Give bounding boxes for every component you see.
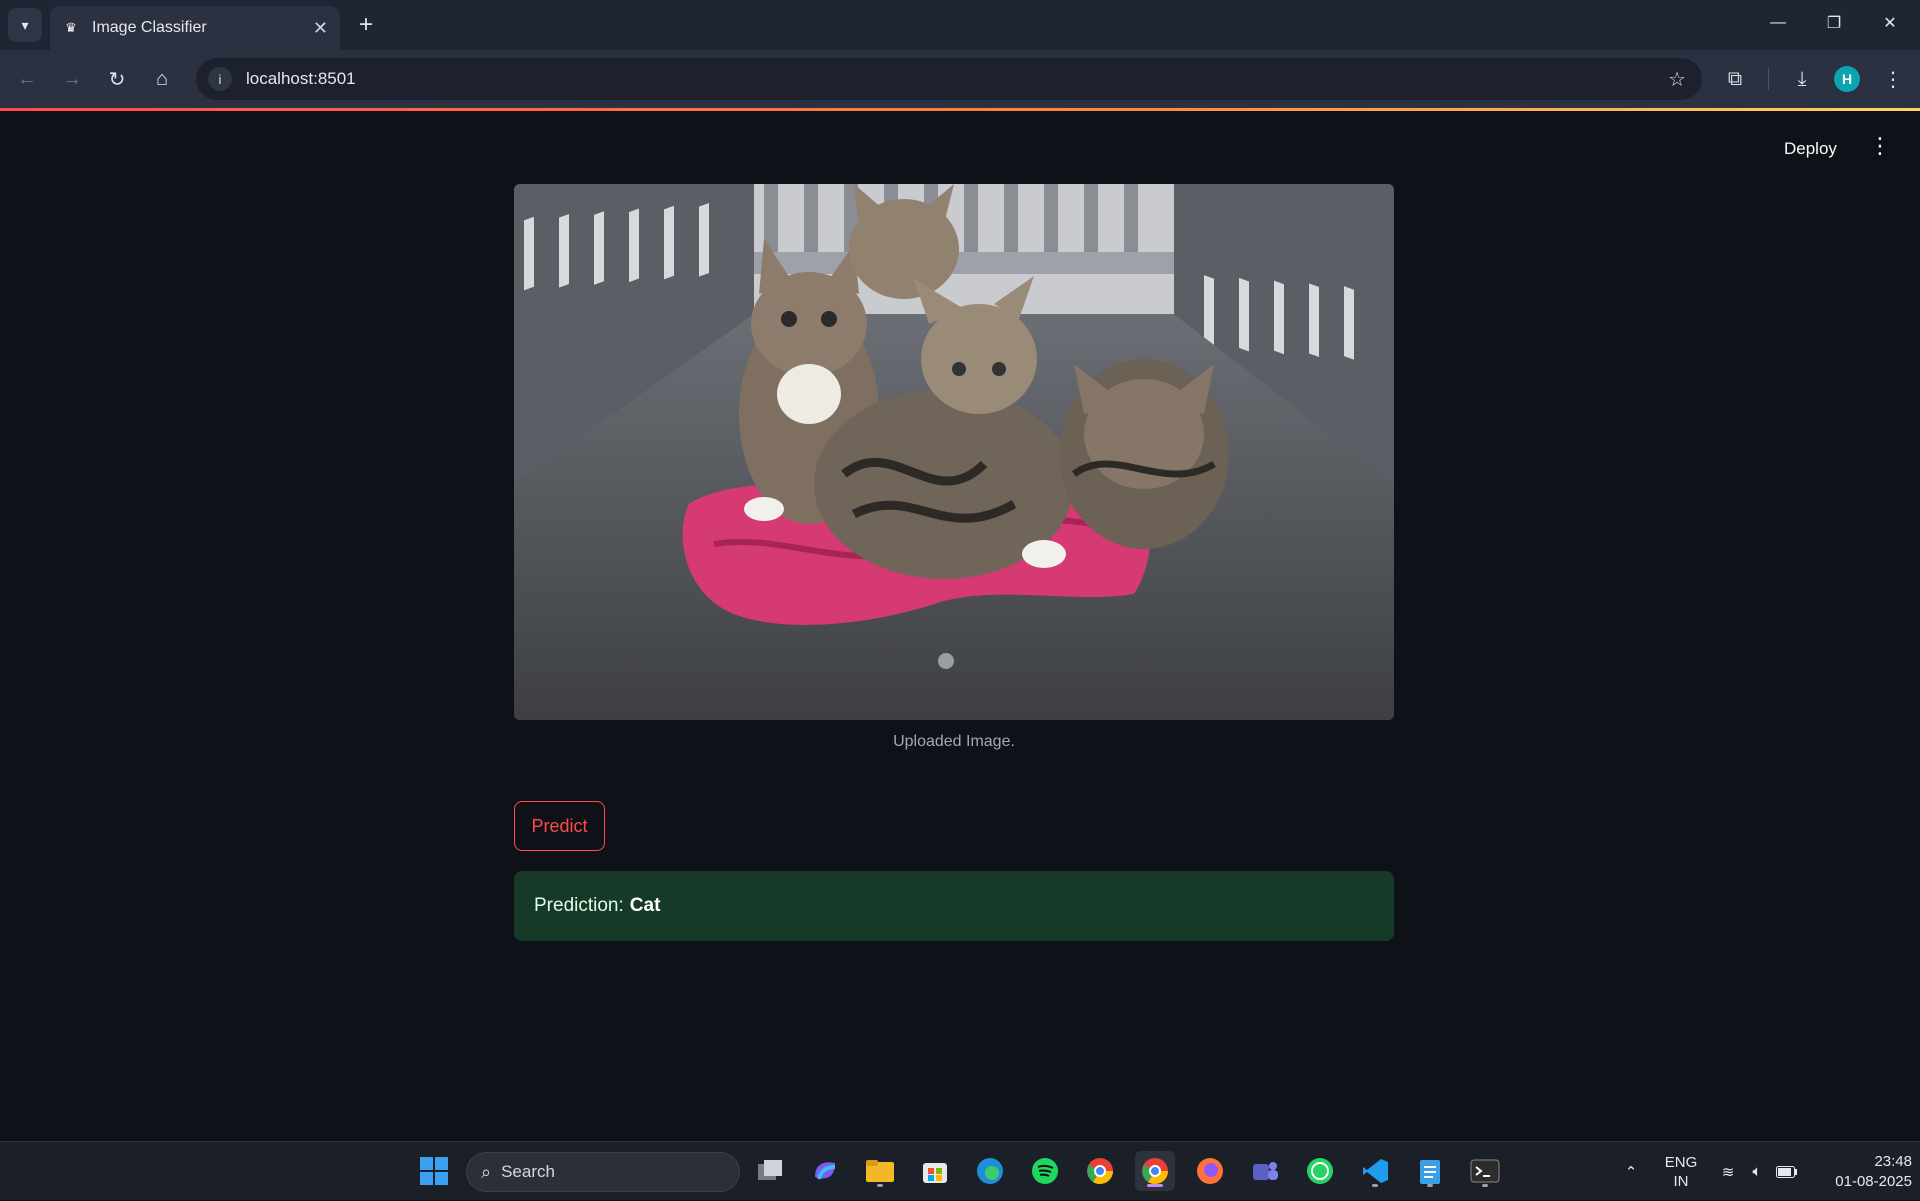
prediction-alert: Prediction: Cat: [514, 871, 1394, 941]
chevron-down-icon: ▾: [21, 16, 29, 33]
profile-avatar[interactable]: H: [1834, 66, 1860, 92]
taskbar-search-placeholder: Search: [501, 1162, 555, 1181]
clock-date: 01-08-2025: [1835, 1172, 1912, 1190]
back-button[interactable]: ←: [10, 62, 44, 96]
image-caption: Uploaded Image.: [893, 733, 1015, 750]
streamlit-crown-icon: ♛: [65, 20, 77, 35]
streamlit-app: Deploy ⋮ Uploaded Image. Predict Predict…: [0, 111, 1920, 1141]
minimize-button[interactable]: —: [1750, 0, 1806, 46]
clock-time: 23:48: [1874, 1152, 1912, 1170]
restore-button[interactable]: ❐: [1806, 0, 1862, 46]
prediction-label: Prediction:: [534, 895, 624, 916]
url-text: localhost:8501: [246, 69, 356, 88]
search-icon: ⌕: [481, 1161, 492, 1182]
clock[interactable]: 23:48 01-08-2025: [1812, 1142, 1912, 1201]
wifi-icon[interactable]: ≋: [1714, 1142, 1742, 1201]
windows-taskbar: ⌕ Search ⌃ ENG IN ≋ 🔈︎ 23:48 01-08-2025: [0, 1141, 1920, 1200]
vscode-icon[interactable]: [1355, 1151, 1395, 1191]
start-icon[interactable]: [414, 1151, 454, 1191]
prediction-value: Cat: [629, 895, 661, 916]
file-explorer-icon[interactable]: [860, 1151, 900, 1191]
reload-button[interactable]: ↻: [100, 62, 134, 96]
deploy-button[interactable]: Deploy: [1780, 133, 1841, 165]
firefox-icon[interactable]: [1190, 1151, 1230, 1191]
browser-titlebar: ▾ ♛ Image Classifier ✕ + — ❐ ✕: [0, 0, 1920, 50]
new-tab-button[interactable]: +: [352, 10, 380, 40]
volume-icon[interactable]: 🔈︎: [1744, 1142, 1770, 1201]
predict-button[interactable]: Predict: [514, 801, 605, 851]
terminal-icon[interactable]: [1465, 1151, 1505, 1191]
edge-icon[interactable]: [970, 1151, 1010, 1191]
bookmark-star-icon[interactable]: ☆: [1668, 67, 1686, 92]
home-button[interactable]: ⌂: [145, 62, 179, 96]
address-bar[interactable]: i localhost:8501 ☆: [196, 58, 1702, 100]
teams-icon[interactable]: [1245, 1151, 1285, 1191]
download-icon[interactable]: ⤓: [1785, 62, 1819, 96]
uploaded-image: [514, 184, 1394, 720]
chrome-profile-icon[interactable]: [1080, 1151, 1120, 1191]
close-window-button[interactable]: ✕: [1862, 0, 1918, 46]
task-view-icon[interactable]: [750, 1151, 790, 1191]
language-code: ENG: [1664, 1153, 1698, 1171]
kittens-photo: [514, 184, 1394, 720]
toolbar-divider: [1768, 68, 1769, 90]
browser-menu-icon[interactable]: ⋮: [1876, 62, 1910, 96]
taskbar-search[interactable]: ⌕ Search: [466, 1152, 740, 1192]
notepad-icon[interactable]: [1410, 1151, 1450, 1191]
region-code: IN: [1673, 1172, 1689, 1190]
store-icon[interactable]: [915, 1151, 955, 1191]
language-indicator[interactable]: ENG IN: [1656, 1142, 1706, 1201]
spotify-icon[interactable]: [1025, 1151, 1065, 1191]
extensions-icon[interactable]: ⧉: [1718, 62, 1752, 96]
chrome-active-icon[interactable]: [1135, 1151, 1175, 1191]
app-menu-icon[interactable]: ⋮: [1868, 133, 1892, 159]
close-tab-icon[interactable]: ✕: [313, 18, 328, 39]
whatsapp-icon[interactable]: [1300, 1151, 1340, 1191]
tab-title: Image Classifier: [92, 19, 207, 36]
forward-button[interactable]: →: [55, 62, 89, 96]
tray-overflow-icon[interactable]: ⌃: [1616, 1142, 1646, 1201]
site-info-icon[interactable]: i: [208, 67, 232, 91]
copilot-icon[interactable]: [805, 1151, 845, 1191]
tab-search-button[interactable]: ▾: [8, 8, 42, 42]
battery-icon[interactable]: [1772, 1142, 1802, 1201]
browser-tab[interactable]: ♛ Image Classifier ✕: [50, 6, 340, 50]
